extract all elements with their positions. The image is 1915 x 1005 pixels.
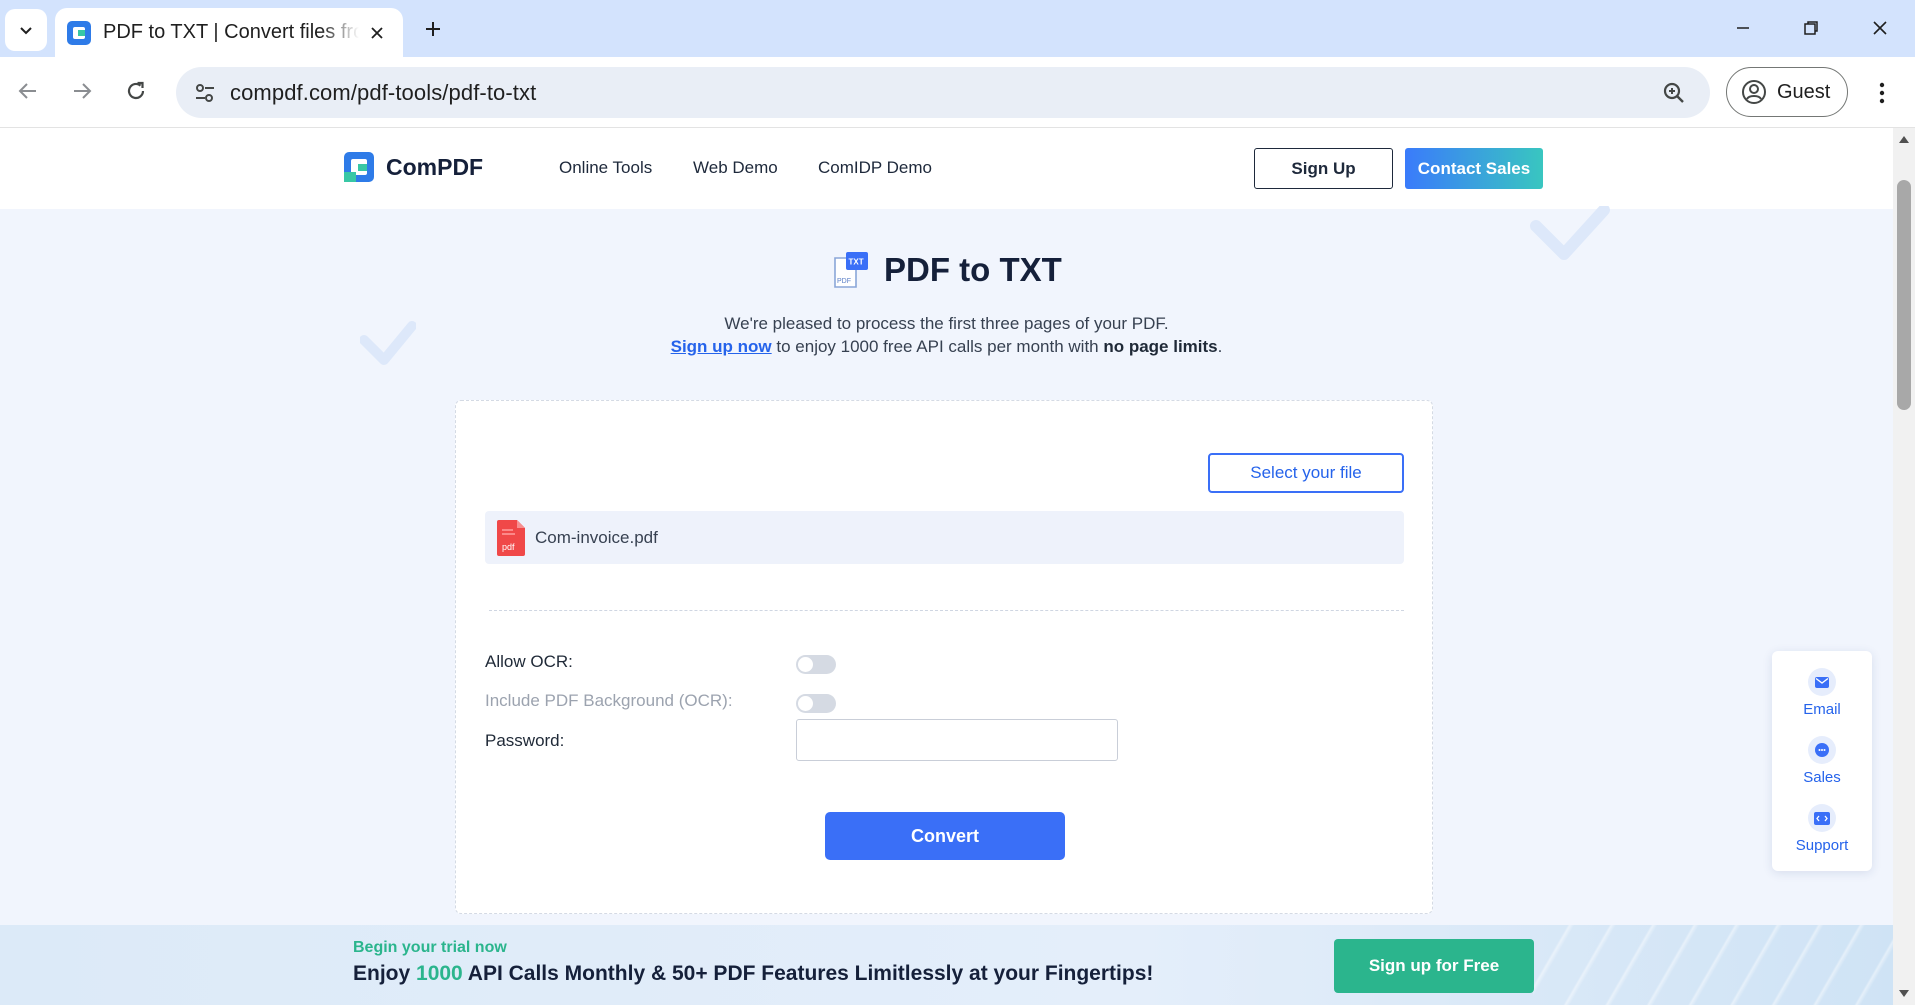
profile-label: Guest <box>1777 80 1831 103</box>
hero-subtitle: We're pleased to process the first three… <box>724 314 1169 333</box>
include-background-toggle[interactable] <box>796 694 836 713</box>
new-tab-button[interactable] <box>416 12 450 46</box>
reload-icon <box>127 81 145 100</box>
banner-decoration <box>1533 925 1893 1005</box>
contact-float-panel: Email Sales Support <box>1772 651 1872 871</box>
page-title: PDF to TXT <box>884 251 1062 288</box>
tab-close-button[interactable] <box>363 19 391 47</box>
banner-headline: Enjoy 1000 API Calls Monthly & 50+ PDF F… <box>353 962 1154 985</box>
url-text: compdf.com/pdf-tools/pdf-to-txt <box>230 79 537 105</box>
code-icon <box>1808 804 1836 832</box>
section-divider <box>489 610 1404 611</box>
select-file-button[interactable]: Select your file <box>1208 453 1404 493</box>
float-sales-label: Sales <box>1803 769 1841 786</box>
arrow-right-icon <box>74 83 92 99</box>
scroll-up-arrow-icon[interactable] <box>1897 132 1911 146</box>
arrow-left-icon <box>18 83 36 99</box>
brand-logo[interactable]: ComPDF <box>344 152 483 182</box>
browser-tab-active[interactable]: PDF to TXT | Convert files from PDF to T… <box>55 8 403 57</box>
pdf-file-icon: pdf <box>497 519 525 556</box>
minimize-button[interactable] <box>1718 10 1768 46</box>
scroll-down-arrow-icon[interactable] <box>1897 987 1911 1001</box>
page-viewport: ComPDF Online Tools Web Demo ComIDP Demo… <box>0 128 1893 1005</box>
hero-title-group: PDF TXT PDF to TXT <box>830 250 1062 290</box>
more-vertical-icon <box>1879 82 1885 104</box>
include-background-label: Include PDF Background (OCR): <box>485 691 733 710</box>
forward-button[interactable] <box>62 71 102 111</box>
svg-text:TXT: TXT <box>849 258 864 267</box>
browser-toolbar: compdf.com/pdf-tools/pdf-to-txt Guest <box>0 57 1915 128</box>
browser-menu-button[interactable] <box>1864 73 1900 113</box>
reload-button[interactable] <box>116 71 156 111</box>
compdf-logo-icon <box>344 152 374 182</box>
file-name: Com-invoice.pdf <box>535 527 658 547</box>
chat-icon <box>1808 736 1836 764</box>
sign-up-button[interactable]: Sign Up <box>1254 148 1393 189</box>
address-bar[interactable]: compdf.com/pdf-tools/pdf-to-txt <box>176 67 1710 118</box>
hero-signup-line: Sign up now to enjoy 1000 free API calls… <box>670 337 1223 356</box>
float-sales[interactable]: Sales <box>1772 736 1872 786</box>
nav-web-demo[interactable]: Web Demo <box>693 158 778 178</box>
float-support[interactable]: Support <box>1772 804 1872 854</box>
decorative-check-icon <box>1530 206 1610 260</box>
close-icon <box>1873 21 1887 35</box>
svg-text:pdf: pdf <box>502 542 515 552</box>
compdf-favicon-icon <box>67 20 91 45</box>
sign-up-free-button[interactable]: Sign up for Free <box>1334 939 1534 993</box>
trial-banner: Begin your trial now Enjoy 1000 API Call… <box>0 925 1893 1005</box>
restore-button[interactable] <box>1786 10 1836 46</box>
tab-search-button[interactable] <box>5 9 47 51</box>
scrollbar-thumb[interactable] <box>1897 180 1911 410</box>
profile-button[interactable]: Guest <box>1726 67 1848 117</box>
page-scrollbar[interactable] <box>1893 128 1915 1005</box>
minimize-icon <box>1737 27 1749 29</box>
back-button[interactable] <box>8 71 48 111</box>
email-icon <box>1808 668 1836 696</box>
allow-ocr-toggle[interactable] <box>796 655 836 674</box>
account-icon <box>1742 80 1766 104</box>
zoom-icon[interactable] <box>1656 75 1692 111</box>
svg-text:PDF: PDF <box>837 278 851 285</box>
tab-title: PDF to TXT | Convert files from PDF to T… <box>103 21 359 43</box>
float-email[interactable]: Email <box>1772 668 1872 718</box>
plus-icon <box>426 22 440 36</box>
password-label: Password: <box>485 731 565 750</box>
float-support-label: Support <box>1795 837 1849 854</box>
uploaded-file-row: pdf Com-invoice.pdf <box>485 511 1404 564</box>
browser-tab-bar: PDF to TXT | Convert files from PDF to T… <box>0 0 1915 57</box>
password-input[interactable] <box>796 719 1118 761</box>
converter-card: Select your file pdf Com-invoice.pdf All… <box>455 400 1433 914</box>
allow-ocr-label: Allow OCR: <box>485 652 573 671</box>
nav-online-tools[interactable]: Online Tools <box>559 158 652 178</box>
restore-icon <box>1804 21 1818 35</box>
contact-sales-button[interactable]: Contact Sales <box>1405 148 1543 189</box>
brand-name: ComPDF <box>386 153 484 180</box>
banner-kicker: Begin your trial now <box>353 939 507 956</box>
sign-up-now-link[interactable]: Sign up now <box>671 337 772 356</box>
nav-comidp-demo[interactable]: ComIDP Demo <box>818 158 932 178</box>
site-header: ComPDF Online Tools Web Demo ComIDP Demo… <box>0 128 1893 209</box>
close-window-button[interactable] <box>1855 10 1905 46</box>
site-settings-icon[interactable] <box>188 76 222 110</box>
convert-button[interactable]: Convert <box>825 812 1065 860</box>
close-icon <box>371 26 383 39</box>
chevron-down-icon <box>20 27 32 35</box>
float-email-label: Email <box>1803 701 1841 718</box>
pdf-to-txt-icon: PDF TXT <box>834 252 868 288</box>
